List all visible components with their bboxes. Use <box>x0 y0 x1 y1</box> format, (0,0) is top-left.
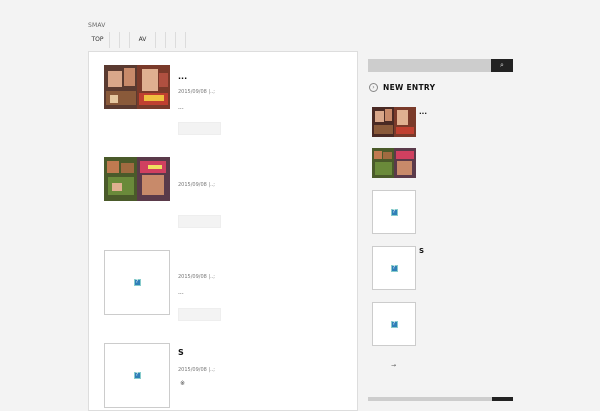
post-date: 2015/09/08 <box>178 89 207 95</box>
dvd-cover-image <box>372 107 416 137</box>
broken-image-icon: ? <box>390 264 398 272</box>
nav-item-3[interactable] <box>120 32 130 48</box>
broken-image-icon: ? <box>390 208 398 216</box>
post-thumbnail[interactable] <box>104 157 170 201</box>
dvd-cover-image <box>104 157 170 201</box>
nav-item-6[interactable] <box>166 32 176 48</box>
post-excerpt: ... <box>178 104 184 111</box>
post-category[interactable]: |..; <box>208 274 215 280</box>
post-excerpt: ※ <box>180 380 186 387</box>
broken-image-icon: ? <box>390 320 398 328</box>
post-title[interactable]: ... <box>178 72 187 81</box>
read-more-button[interactable] <box>178 122 221 135</box>
sidebar-entry-thumbnail-placeholder[interactable]: ? <box>372 302 416 346</box>
nav-item-7[interactable] <box>176 32 186 48</box>
nav-item-5[interactable] <box>156 32 166 48</box>
broken-image-icon: ? <box>133 372 141 379</box>
global-nav: TOP AV <box>86 32 186 48</box>
search-icon: ⌕ <box>500 61 504 69</box>
post-category[interactable]: |..; <box>208 367 215 373</box>
broken-image-icon: ? <box>133 279 141 286</box>
main-content: ... 2015/09/08 |..; ... 2015/09/08 |..; … <box>88 51 358 411</box>
sidebar-entry-thumbnail[interactable] <box>372 148 416 178</box>
post-meta: 2015/09/08 |..; <box>178 89 215 95</box>
post-date: 2015/09/08 <box>178 367 207 373</box>
post-meta: 2015/09/08 |..; <box>178 182 215 188</box>
search-button[interactable]: ⌕ <box>491 59 513 72</box>
post-category[interactable]: |..; <box>208 182 215 188</box>
sidebar-entry-thumbnail-placeholder[interactable]: ? <box>372 246 416 290</box>
post-meta: 2015/09/08 |..; <box>178 367 215 373</box>
post-meta: 2015/09/08 |..; <box>178 274 215 280</box>
dvd-cover-image <box>104 65 170 109</box>
dvd-cover-image <box>372 148 416 178</box>
post-thumbnail-placeholder[interactable]: ? <box>104 250 170 315</box>
read-more-button[interactable] <box>178 215 221 228</box>
second-search-input[interactable] <box>368 397 492 401</box>
post-thumbnail-placeholder[interactable]: ? <box>104 343 170 408</box>
circle-arrow-icon: › <box>369 83 378 92</box>
post-excerpt: ... <box>178 289 184 296</box>
post-category[interactable]: |..; <box>208 89 215 95</box>
search-input[interactable] <box>368 59 491 72</box>
second-search-button[interactable] <box>492 397 513 401</box>
new-entry-heading: NEW ENTRY <box>383 83 436 92</box>
nav-item-av[interactable]: AV <box>130 32 156 48</box>
sidebar-entry-thumbnail-placeholder[interactable]: ? <box>372 190 416 234</box>
post-title[interactable]: S <box>178 348 184 357</box>
site-title[interactable]: SMAV <box>88 22 106 29</box>
nav-item-2[interactable] <box>110 32 120 48</box>
nav-item-top[interactable]: TOP <box>86 32 110 48</box>
read-more-button[interactable] <box>178 308 221 321</box>
more-entries-link[interactable]: → <box>391 362 396 369</box>
post-thumbnail[interactable] <box>104 65 170 109</box>
sidebar-entry-title[interactable]: S <box>419 247 424 255</box>
sidebar-entry-title[interactable]: ... <box>419 108 427 116</box>
post-date: 2015/09/08 <box>178 182 207 188</box>
post-date: 2015/09/08 <box>178 274 207 280</box>
sidebar-entry-thumbnail[interactable] <box>372 107 416 137</box>
